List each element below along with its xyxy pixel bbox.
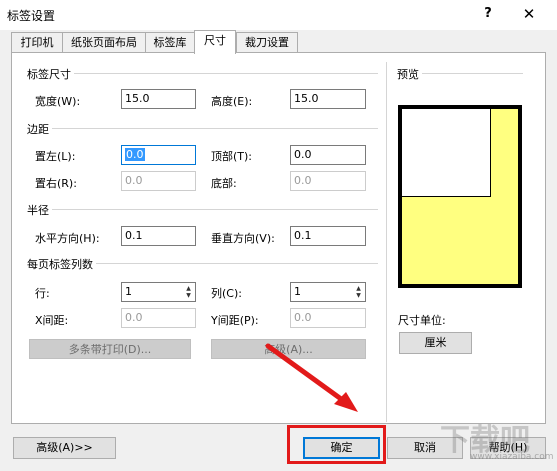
separator bbox=[28, 73, 378, 74]
watermark-url: www.xiazaiba.com bbox=[470, 452, 554, 462]
height-label: 高度(E): bbox=[211, 95, 253, 108]
section-radius: 半径 bbox=[27, 202, 52, 218]
spin-arrows-icon[interactable]: ▲ ▼ bbox=[354, 285, 363, 299]
separator bbox=[28, 128, 378, 129]
ygap-label: Y间距(P): bbox=[211, 314, 259, 327]
radius-vertical-label: 垂直方向(V): bbox=[211, 232, 275, 245]
xgap-input: 0.0 bbox=[121, 308, 196, 328]
tab-size[interactable]: 尺寸 bbox=[194, 30, 236, 54]
margin-right-input: 0.0 bbox=[121, 171, 196, 191]
cols-label: 列(C): bbox=[211, 287, 242, 300]
cols-stepper[interactable]: 1 ▲ ▼ bbox=[290, 282, 366, 302]
margin-right-label: 置右(R): bbox=[35, 177, 77, 190]
ok-highlight-box bbox=[287, 425, 386, 464]
cols-value: 1 bbox=[294, 285, 301, 298]
tab-printer[interactable]: 打印机 bbox=[11, 32, 63, 53]
rows-stepper[interactable]: 1 ▲ ▼ bbox=[121, 282, 196, 302]
margin-left-label: 置左(L): bbox=[35, 150, 76, 163]
tab-page-layout[interactable]: 纸张页面布局 bbox=[62, 32, 146, 53]
unit-label: 尺寸单位: bbox=[398, 314, 446, 327]
help-icon[interactable]: ? bbox=[478, 4, 498, 24]
margin-bottom-input: 0.0 bbox=[290, 171, 366, 191]
section-margins: 边距 bbox=[27, 121, 52, 137]
tab-label-library[interactable]: 标签库 bbox=[145, 32, 195, 53]
height-input[interactable]: 15.0 bbox=[290, 89, 366, 109]
section-columns: 每页标签列数 bbox=[27, 256, 96, 272]
radius-horizontal-input[interactable]: 0.1 bbox=[121, 226, 196, 246]
radius-vertical-input[interactable]: 0.1 bbox=[290, 226, 366, 246]
preview-label bbox=[402, 109, 491, 197]
tab-cutter[interactable]: 裁刀设置 bbox=[236, 32, 298, 53]
advanced-button[interactable]: 高级(A)>> bbox=[13, 437, 116, 459]
width-label: 宽度(W): bbox=[35, 95, 81, 108]
xgap-label: X间距: bbox=[35, 314, 69, 327]
margin-left-value: 0.0 bbox=[125, 148, 145, 161]
separator bbox=[28, 209, 378, 210]
annotation-arrow-icon bbox=[265, 343, 358, 412]
margin-top-label: 顶部(T): bbox=[211, 150, 253, 163]
divider bbox=[386, 62, 387, 422]
window-title: 标签设置 bbox=[7, 9, 56, 23]
unit-button[interactable]: 厘米 bbox=[399, 332, 472, 354]
margin-top-input[interactable]: 0.0 bbox=[290, 145, 366, 165]
ygap-input: 0.0 bbox=[290, 308, 366, 328]
width-input[interactable]: 15.0 bbox=[121, 89, 196, 109]
multi-print-button: 多条带打印(D)... bbox=[29, 339, 191, 359]
margin-left-input[interactable]: 0.0 bbox=[121, 145, 196, 165]
title-bar bbox=[0, 0, 557, 30]
margin-bottom-label: 底部: bbox=[211, 177, 237, 190]
section-label-size: 标签尺寸 bbox=[27, 66, 74, 82]
radius-horizontal-label: 水平方向(H): bbox=[35, 232, 100, 245]
close-icon[interactable]: ✕ bbox=[517, 4, 541, 24]
rows-value: 1 bbox=[125, 285, 132, 298]
rows-label: 行: bbox=[35, 287, 50, 300]
section-preview: 预览 bbox=[397, 66, 422, 82]
spin-arrows-icon[interactable]: ▲ ▼ bbox=[184, 285, 193, 299]
